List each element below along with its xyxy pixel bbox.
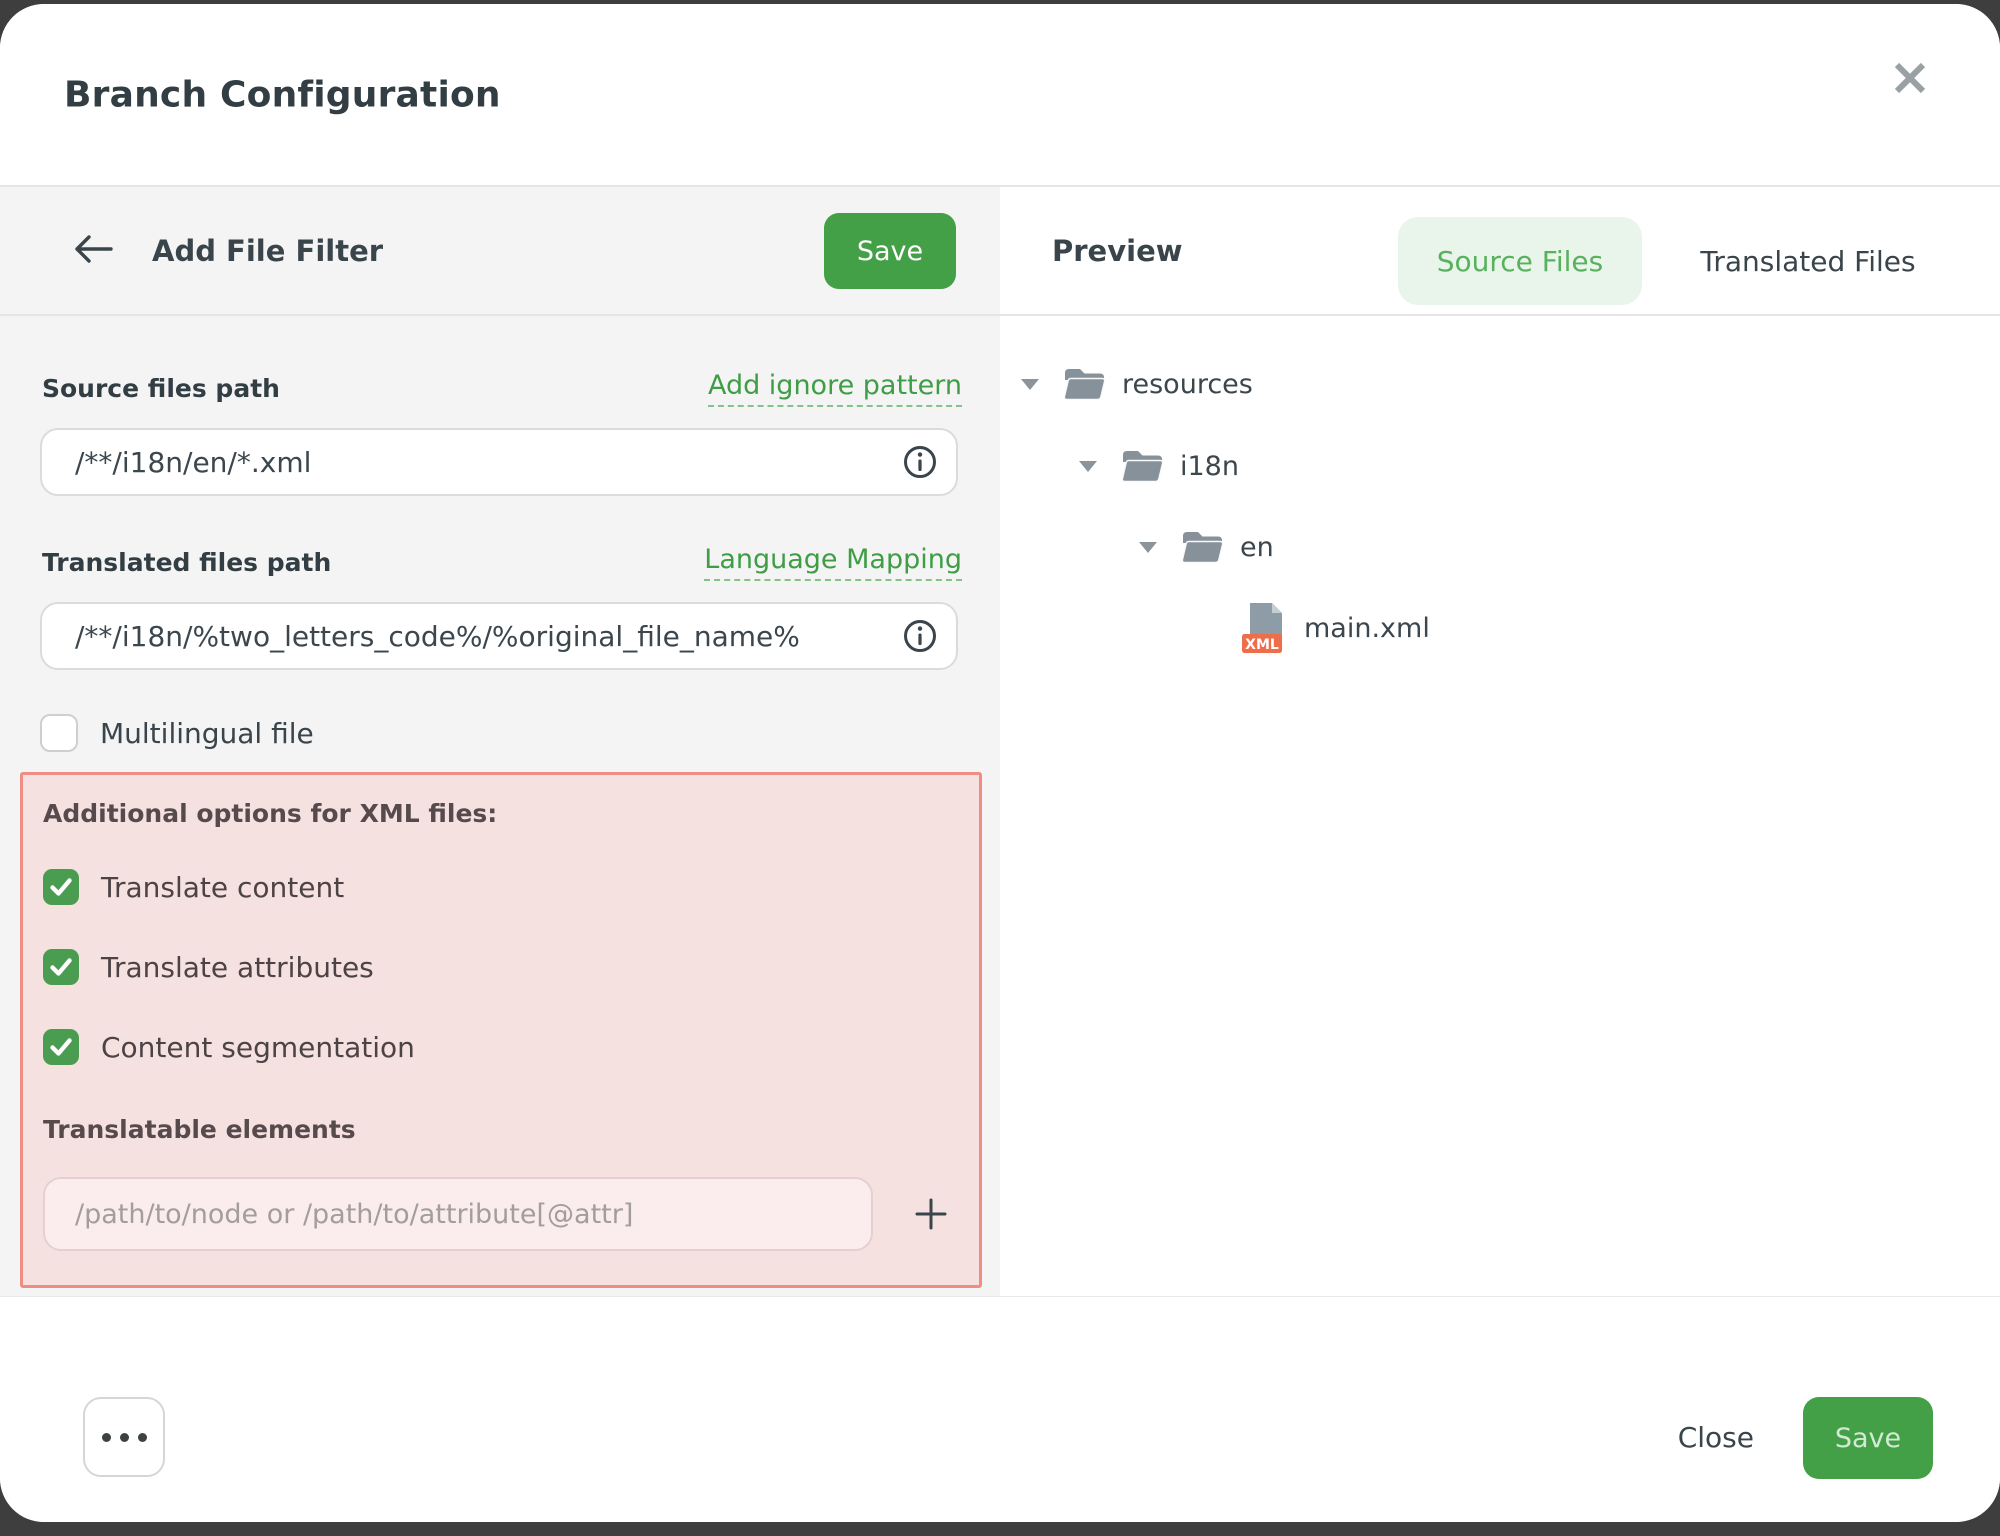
source-path-input[interactable] <box>40 428 958 496</box>
filter-save-button[interactable]: Save <box>824 213 956 289</box>
xml-file-icon: XML <box>1240 601 1288 655</box>
checkbox-checked-icon <box>43 1029 79 1065</box>
branch-configuration-dialog: Branch Configuration Add File Filter Sav… <box>0 4 2000 1522</box>
file-filter-form: Source files path Add ignore pattern Tra… <box>0 316 1000 1296</box>
close-button[interactable]: Close <box>1672 1397 1760 1477</box>
translate-content-checkbox[interactable]: Translate content <box>43 869 344 905</box>
tree-item-label: main.xml <box>1304 613 1430 644</box>
ellipsis-icon <box>120 1433 129 1442</box>
preview-header: Preview Source Files Translated Files <box>1000 187 2000 314</box>
tab-translated-files[interactable]: Translated Files <box>1688 217 1928 305</box>
checkbox-checked-icon <box>43 869 79 905</box>
chevron-down-icon[interactable] <box>1016 379 1044 390</box>
translate-content-label: Translate content <box>101 871 344 904</box>
folder-icon <box>1120 447 1164 485</box>
preview-title: Preview <box>1052 234 1183 268</box>
xml-options-section: Additional options for XML files: Transl… <box>20 772 982 1288</box>
translate-attributes-label: Translate attributes <box>101 951 374 984</box>
dialog-footer: Close Save <box>0 1296 2000 1522</box>
dialog-titlebar: Branch Configuration <box>0 4 2000 185</box>
chevron-down-icon[interactable] <box>1074 461 1102 472</box>
dialog-save-label: Save <box>1835 1423 1901 1454</box>
tree-row-resources[interactable]: resources <box>1016 358 1253 410</box>
tree-item-label: en <box>1240 532 1274 563</box>
translated-path-input[interactable] <box>40 602 958 670</box>
content-segmentation-checkbox[interactable]: Content segmentation <box>43 1029 415 1065</box>
tree-row-en[interactable]: en <box>1134 521 1274 573</box>
add-plus-icon[interactable] <box>905 1188 957 1240</box>
tree-row-i18n[interactable]: i18n <box>1074 440 1239 492</box>
folder-icon <box>1180 528 1224 566</box>
chevron-down-icon[interactable] <box>1134 542 1162 553</box>
source-path-label: Source files path <box>42 374 280 403</box>
ellipsis-icon <box>138 1433 147 1442</box>
checkbox-checked-icon <box>43 949 79 985</box>
info-icon[interactable] <box>902 444 938 480</box>
tree-item-label: resources <box>1122 369 1253 400</box>
multilingual-checkbox[interactable]: Multilingual file <box>40 714 314 752</box>
back-arrow-icon[interactable] <box>64 219 124 279</box>
translate-attributes-checkbox[interactable]: Translate attributes <box>43 949 374 985</box>
checkbox-unchecked-icon <box>40 714 78 752</box>
folder-icon <box>1062 365 1106 403</box>
info-icon[interactable] <box>902 618 938 654</box>
language-mapping-link[interactable]: Language Mapping <box>704 544 962 581</box>
svg-text:XML: XML <box>1245 637 1279 653</box>
content-segmentation-label: Content segmentation <box>101 1031 415 1064</box>
ellipsis-icon <box>102 1433 111 1442</box>
multilingual-label: Multilingual file <box>100 717 314 750</box>
file-tree-panel: resources i18n en XML <box>1000 316 2000 1296</box>
add-ignore-pattern-link[interactable]: Add ignore pattern <box>708 370 962 407</box>
dialog-save-button[interactable]: Save <box>1803 1397 1933 1479</box>
xml-options-title: Additional options for XML files: <box>43 799 497 828</box>
tree-row-main-xml[interactable]: XML main.xml <box>1240 600 1430 656</box>
tab-source-files[interactable]: Source Files <box>1398 217 1642 305</box>
translated-path-label: Translated files path <box>42 548 331 577</box>
translatable-elements-label: Translatable elements <box>43 1115 356 1144</box>
more-options-button[interactable] <box>83 1397 165 1477</box>
file-filter-title: Add File Filter <box>152 234 383 268</box>
close-icon[interactable] <box>1878 46 1942 110</box>
translatable-elements-input[interactable] <box>43 1177 873 1251</box>
file-filter-header: Add File Filter Save <box>0 187 1000 314</box>
dialog-title: Branch Configuration <box>64 74 501 115</box>
tree-item-label: i18n <box>1180 451 1239 482</box>
